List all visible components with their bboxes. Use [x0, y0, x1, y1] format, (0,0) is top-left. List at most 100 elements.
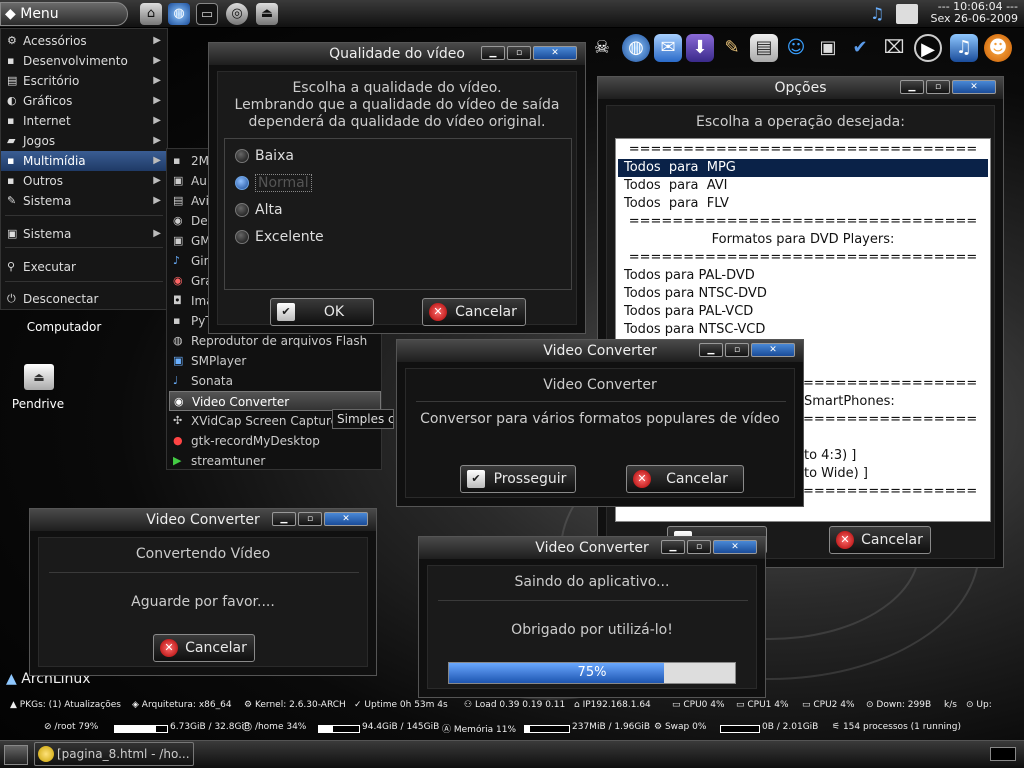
menu-button[interactable]: ◆ Menu [0, 2, 128, 26]
list-item[interactable]: ================================ [618, 249, 988, 267]
submenu-item[interactable]: ♩ Sonata [169, 371, 381, 391]
maximize-button[interactable]: ▫ [507, 46, 531, 60]
menu-item-executar[interactable]: ⚲ Executar [1, 257, 167, 277]
usb-drive-icon[interactable]: ⏏ [24, 364, 54, 390]
usb-icon[interactable]: ⏏ [256, 3, 278, 25]
files-icon[interactable] [896, 4, 918, 24]
list-item[interactable]: ================================ [618, 213, 988, 231]
submenu-item-label: Au [191, 174, 207, 188]
menu-item-label: Executar [23, 260, 76, 274]
menu-item-graficos[interactable]: ◐ Gráficos ▶ [1, 91, 167, 111]
exit-heading: Saindo do aplicativo... [514, 574, 670, 590]
maximize-button[interactable]: ▫ [926, 80, 950, 94]
menu-item-escritorio[interactable]: ▤ Escritório ▶ [1, 71, 167, 91]
submenu-item-label: gtk-recordMyDesktop [191, 434, 320, 448]
menu-item-sistema-2[interactable]: ▣ Sistema ▶ [1, 224, 167, 244]
menu-item-desenvolvimento[interactable]: ▪ Desenvolvimento ▶ [1, 51, 167, 71]
menu-item-desconectar[interactable]: ⏻ Desconectar [1, 289, 167, 309]
list-item[interactable]: Todos para AVI [618, 177, 988, 195]
submenu-item[interactable]: ● gtk-recordMyDesktop [169, 431, 381, 451]
maximize-button[interactable]: ▫ [298, 512, 322, 526]
messenger-icon[interactable]: ☺ [782, 34, 810, 62]
browser-icon[interactable]: ◍ [168, 3, 190, 25]
window-body: Escolha a qualidade do vídeo. Lembrando … [217, 71, 577, 326]
gimp-icon[interactable]: ✎ [718, 34, 746, 62]
kernel-text: Kernel: 2.6.30-ARCH [254, 700, 346, 710]
globe-icon[interactable]: ◍ [622, 34, 650, 62]
submenu-item[interactable]: ▣ SMPlayer [169, 351, 381, 371]
close-button[interactable]: ✕ [713, 540, 757, 554]
mem-usage-bar [524, 725, 570, 733]
maximize-button[interactable]: ▫ [687, 540, 711, 554]
minimize-button[interactable]: ▁ [699, 343, 723, 357]
close-button[interactable]: ✕ [324, 512, 368, 526]
minimize-button[interactable]: ▁ [481, 46, 505, 60]
workspace-switcher[interactable] [990, 747, 1016, 761]
maximize-button[interactable]: ▫ [725, 343, 749, 357]
menu-item-sistema[interactable]: ✎ Sistema ▶ [1, 191, 167, 211]
submenu-item-video-converter[interactable]: ◉ Video Converter [169, 391, 381, 411]
continue-button[interactable]: ✔ Prosseguir [460, 465, 576, 493]
exit-message: Obrigado por utilizá-lo! [511, 622, 673, 638]
close-button[interactable]: ✕ [533, 46, 577, 60]
menu-item-internet[interactable]: ▪ Internet ▶ [1, 111, 167, 131]
close-button[interactable]: ✕ [751, 343, 795, 357]
firefox-icon[interactable]: ☻ [984, 34, 1012, 62]
system-monitor-line-2: ⊘ /root 79% 6.73GiB / 32.8GiB ◯ /home 34… [0, 720, 1024, 738]
cancel-button[interactable]: ✕ Cancelar [422, 298, 526, 326]
menu-item-outros[interactable]: ▪ Outros ▶ [1, 171, 167, 191]
submenu-item[interactable]: ▶ streamtuner [169, 451, 381, 471]
menu-item-acessorios[interactable]: ⚙ Acessórios ▶ [1, 31, 167, 51]
tools-icon: ✎ [7, 194, 17, 207]
cpu0-text: CPU0 4% [683, 700, 725, 710]
check-icon: ✔ [467, 470, 485, 488]
home-icon[interactable]: ⌂ [140, 3, 162, 25]
ok-button[interactable]: ✔ OK [270, 298, 374, 326]
radio-excelente[interactable]: Excelente [235, 226, 324, 248]
document-icon[interactable]: ▤ [750, 34, 778, 62]
package-icon[interactable]: ▣ [814, 34, 842, 62]
menu-separator [5, 215, 163, 216]
options-cancel-button[interactable]: ✕ Cancelar [829, 526, 931, 554]
itunes-icon[interactable]: ♫ [950, 34, 978, 62]
list-item[interactable]: Todos para PAL-VCD [618, 303, 988, 321]
download-icon[interactable]: ⬇ [686, 34, 714, 62]
up-text: Up: [976, 700, 992, 710]
skull-icon[interactable]: ☠ [588, 34, 616, 62]
mail-icon[interactable]: ✉ [654, 34, 682, 62]
play-icon[interactable]: ▶ [914, 34, 942, 62]
list-item-selected[interactable]: Todos para MPG [618, 159, 988, 177]
menu-item-jogos[interactable]: ▰ Jogos ▶ [1, 131, 167, 151]
list-item[interactable]: Formatos para DVD Players: [618, 231, 988, 249]
show-desktop-icon[interactable] [4, 745, 28, 765]
close-button[interactable]: ✕ [952, 80, 996, 94]
intro-cancel-button[interactable]: ✕ Cancelar [626, 465, 744, 493]
list-item[interactable]: ================================ [618, 141, 988, 159]
clock[interactable]: --- 10:06:04 --- Sex 26-06-2009 [931, 1, 1019, 25]
radio-normal[interactable]: Normal [235, 172, 312, 194]
clock-date: Sex 26-06-2009 [930, 12, 1019, 25]
terminal-icon[interactable]: ▭ [196, 3, 218, 25]
minimize-button[interactable]: ▁ [900, 80, 924, 94]
settings-icon[interactable]: ✔ [846, 34, 874, 62]
minimize-button[interactable]: ▁ [661, 540, 685, 554]
disc-icon[interactable]: ◎ [226, 3, 248, 25]
music-note-icon[interactable]: ♫ [870, 4, 890, 24]
list-item[interactable]: Todos para NTSC-VCD [618, 321, 988, 339]
list-item[interactable]: Todos para PAL-DVD [618, 267, 988, 285]
media-icon: ▣ [173, 234, 184, 247]
radio-alta[interactable]: Alta [235, 199, 283, 221]
radio-baixa[interactable]: Baixa [235, 145, 294, 167]
desktop-icon-pendrive[interactable]: Pendrive [0, 397, 76, 411]
camera-icon[interactable]: ⌧ [880, 34, 908, 62]
chevron-right-icon: ▶ [153, 95, 161, 106]
list-item[interactable]: Todos para FLV [618, 195, 988, 213]
menu-item-multimidia[interactable]: ▪ Multimídia ▶ [1, 151, 167, 171]
task-button[interactable]: [pagina_8.html - /ho... [34, 742, 194, 766]
submenu-item[interactable]: ◍ Reprodutor de arquivos Flash [169, 331, 381, 351]
minimize-button[interactable]: ▁ [272, 512, 296, 526]
list-item[interactable]: Todos para NTSC-DVD [618, 285, 988, 303]
pkgs-text: PKGs: (1) Atualizações [19, 700, 121, 710]
desktop-icon-computer[interactable]: Computador [20, 320, 108, 334]
converting-cancel-button[interactable]: ✕ Cancelar [153, 634, 255, 662]
